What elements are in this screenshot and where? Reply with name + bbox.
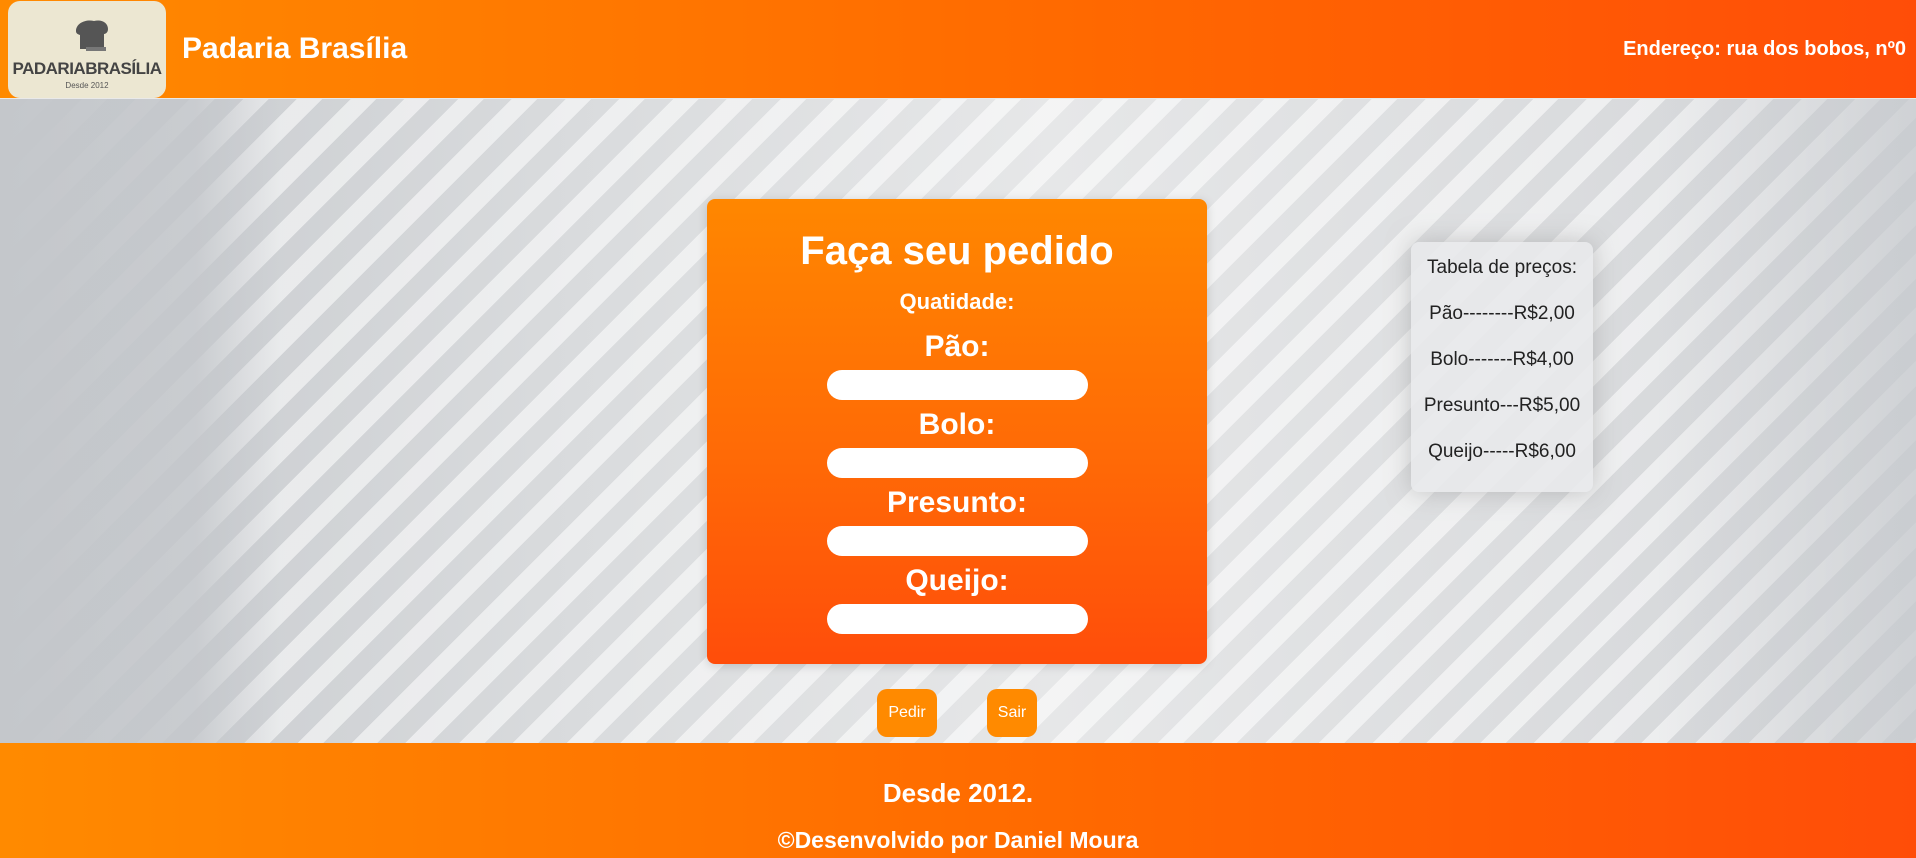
price-row-bolo: Bolo-------R$4,00 [1430,349,1574,370]
address: Endereço: rua dos bobos, nº0 [1623,38,1906,60]
footer-credits: ©Desenvolvido por Daniel Moura [777,827,1139,853]
presunto-label: Presunto: [886,486,1027,519]
logo-text: PADARIABRASÍLIA [12,59,162,78]
price-row-queijo: Queijo-----R$6,00 [1428,441,1576,462]
pao-input[interactable] [827,370,1088,400]
logo-subtitle: Desde 2012 [65,81,109,90]
presunto-input[interactable] [827,526,1088,556]
background-shade-right [1656,99,1916,743]
order-button[interactable]: Pedir [877,689,937,737]
price-table: Tabela de preços: Pão--------R$2,00 Bolo… [1411,242,1593,492]
price-row-pao: Pão--------R$2,00 [1429,303,1575,324]
order-title: Faça seu pedido [800,229,1114,273]
bolo-input[interactable] [827,448,1088,478]
background-shade-left [0,99,280,743]
logo[interactable]: PADARIABRASÍLIA Desde 2012 [8,1,166,98]
pao-label: Pão: [924,330,990,363]
bread-icon [76,20,108,51]
price-row-presunto: Presunto---R$5,00 [1423,395,1581,416]
price-table-title: Tabela de preços: [1427,257,1577,278]
site-title: Padaria Brasília [182,32,408,65]
footer-since: Desde 2012. [882,778,1034,808]
exit-button[interactable]: Sair [987,689,1037,737]
site-footer: Desde 2012. ©Desenvolvido por Daniel Mou… [0,743,1916,858]
site-header: PADARIABRASÍLIA Desde 2012 Padaria Brasí… [0,0,1916,99]
order-form: Faça seu pedido Quatidade: Pão: Bolo: Pr… [707,199,1207,664]
quantity-label: Quatidade: [899,289,1015,314]
queijo-input[interactable] [827,604,1088,634]
bolo-label: Bolo: [918,408,996,441]
queijo-label: Queijo: [905,564,1009,597]
